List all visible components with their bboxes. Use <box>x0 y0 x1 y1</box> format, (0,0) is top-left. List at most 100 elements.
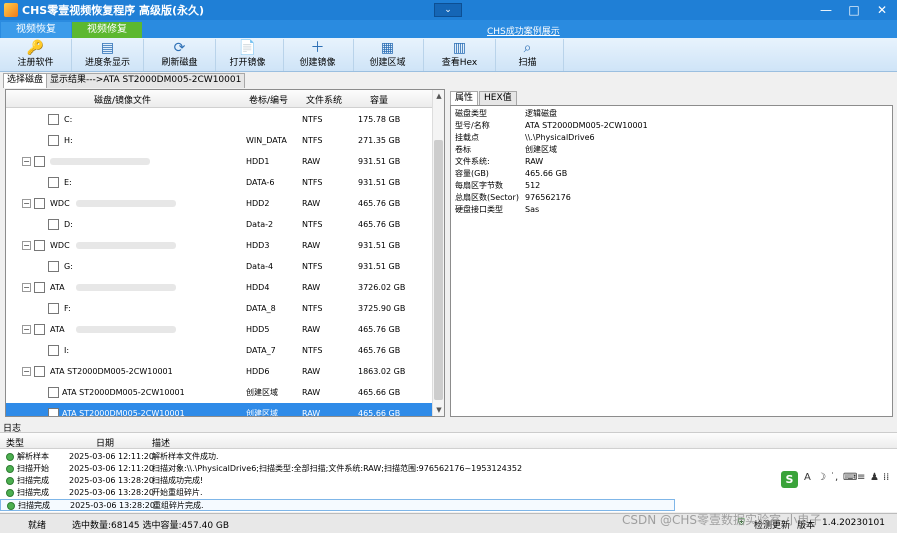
table-row[interactable]: − ATA HDD4 RAW 3726.02 GB <box>6 277 433 298</box>
table-row[interactable]: ATA ST2000DM005-2CW10001 创建区域 RAW 465.66 GB <box>6 403 433 416</box>
table-row[interactable]: − ATA HDD5 RAW 465.76 GB <box>6 319 433 340</box>
sub-tab-bar: 选择磁盘 显示结果--->ATA ST2000DM005-2CW10001 <box>0 72 897 88</box>
row-checkbox[interactable] <box>48 177 59 188</box>
tab-select-disk[interactable]: 选择磁盘 <box>3 73 48 88</box>
ime-moon-icon[interactable]: ☽ <box>817 472 826 483</box>
refresh-disk-button[interactable]: ⟳ 刷新磁盘 <box>144 39 216 71</box>
log-row[interactable]: 扫描完成 2025-03-06 13:28:20 开始重组碎片. <box>0 487 675 499</box>
property-row: 容量(GB) 465.66 GB <box>455 168 567 180</box>
success-cases-link[interactable]: CHS成功案例展示 <box>487 24 560 37</box>
scan-button[interactable]: ⌕ 扫描 <box>492 39 564 71</box>
table-row[interactable]: D: Data-2 NTFS 465.76 GB <box>6 214 433 235</box>
table-row[interactable]: − WDC HDD3 RAW 931.51 GB <box>6 235 433 256</box>
table-row[interactable]: H: WIN_DATA NTFS 271.35 GB <box>6 130 433 151</box>
scroll-down-arrow-icon[interactable]: ▼ <box>433 404 444 416</box>
row-checkbox[interactable] <box>48 219 59 230</box>
tab-video-recover[interactable]: 视频恢复 <box>1 22 71 38</box>
create-image-label: 创建镜像 <box>299 58 336 68</box>
row-size: 931.51 GB <box>358 178 401 187</box>
table-row[interactable]: C: NTFS 175.78 GB <box>6 109 433 130</box>
row-disk-name: ATA ST2000DM005-2CW10001 <box>50 367 173 376</box>
create-image-button[interactable]: ＋ 创建镜像 <box>282 39 354 71</box>
log-row[interactable]: 扫描开始 2025-03-06 12:11:20 扫描对象:\\.\Physical… <box>0 463 675 475</box>
redacted-text <box>76 284 176 291</box>
row-checkbox[interactable] <box>34 156 45 167</box>
table-row[interactable]: I: DATA_7 NTFS 465.76 GB <box>6 340 433 361</box>
row-checkbox[interactable] <box>48 387 59 398</box>
table-row[interactable]: − WDC HDD2 RAW 465.76 GB <box>6 193 433 214</box>
log-col-desc[interactable]: 描述 <box>152 436 170 449</box>
expand-toggle-icon[interactable]: − <box>22 367 31 376</box>
row-disk-name: ATA <box>50 325 65 334</box>
row-size: 465.66 GB <box>358 388 401 397</box>
tab-properties[interactable]: 属性 <box>450 91 479 105</box>
expand-toggle-icon[interactable]: − <box>22 283 31 292</box>
row-checkbox[interactable] <box>34 198 45 209</box>
table-row[interactable]: G: Data-4 NTFS 931.51 GB <box>6 256 433 277</box>
expand-toggle-icon[interactable]: − <box>22 199 31 208</box>
open-image-button[interactable]: 📄 打开镜像 <box>212 39 284 71</box>
row-label: WIN_DATA <box>246 136 287 145</box>
tab-hex-value[interactable]: HEX值 <box>479 91 517 105</box>
ime-punct-icon[interactable]: ˙, <box>830 472 838 483</box>
row-size: 3726.02 GB <box>358 283 406 292</box>
row-checkbox[interactable] <box>48 345 59 356</box>
ime-grid-icon[interactable]: ⁞⁞ <box>883 472 889 483</box>
row-checkbox[interactable] <box>34 240 45 251</box>
col-volume[interactable]: 卷标/编号 <box>249 93 288 106</box>
col-capacity[interactable]: 容量 <box>370 93 388 106</box>
property-key: 总扇区数(Sector) <box>455 193 519 202</box>
ime-skin-icon[interactable]: ♟ <box>870 472 879 483</box>
log-col-date[interactable]: 日期 <box>96 436 114 449</box>
maximize-button[interactable]: □ <box>841 0 867 20</box>
scroll-up-arrow-icon[interactable]: ▲ <box>433 90 444 102</box>
row-checkbox[interactable] <box>48 261 59 272</box>
property-key: 容量(GB) <box>455 169 489 178</box>
row-checkbox[interactable] <box>48 114 59 125</box>
tab-video-repair[interactable]: 视频修复 <box>72 22 142 38</box>
property-row: 文件系统: RAW <box>455 156 543 168</box>
col-disk[interactable]: 磁盘/镜像文件 <box>94 93 151 106</box>
table-row[interactable]: − HDD1 RAW 931.51 GB <box>6 151 433 172</box>
register-button[interactable]: 🔑 注册软件 <box>0 39 72 71</box>
row-checkbox[interactable] <box>48 408 59 416</box>
view-hex-button[interactable]: ▥ 查看Hex <box>424 39 496 71</box>
log-row[interactable]: 解析样本 2025-03-06 12:11:20 解析样本文件成功. <box>0 451 675 463</box>
expand-toggle-icon[interactable]: − <box>22 325 31 334</box>
row-checkbox[interactable] <box>34 324 45 335</box>
ime-menu-icon[interactable]: ≡ <box>857 472 865 483</box>
table-row[interactable]: E: DATA-6 NTFS 931.51 GB <box>6 172 433 193</box>
minimize-button[interactable]: — <box>813 0 839 20</box>
row-fs: NTFS <box>302 262 323 271</box>
log-col-type[interactable]: 类型 <box>6 436 24 449</box>
row-checkbox[interactable] <box>34 366 45 377</box>
row-checkbox[interactable] <box>48 135 59 146</box>
ime-logo-icon[interactable]: S <box>781 471 798 488</box>
tab-show-results[interactable]: 显示结果--->ATA ST2000DM005-2CW10001 <box>46 73 246 88</box>
col-filesystem[interactable]: 文件系统 <box>306 93 342 106</box>
row-fs: NTFS <box>302 178 323 187</box>
table-row[interactable]: F: DATA_8 NTFS 3725.90 GB <box>6 298 433 319</box>
property-key: 硬盘接口类型 <box>455 205 503 214</box>
ime-letter-icon[interactable]: A <box>804 472 811 483</box>
table-row[interactable]: ATA ST2000DM005-2CW10001 创建区域 RAW 465.66 GB <box>6 382 433 403</box>
row-checkbox[interactable] <box>48 303 59 314</box>
log-row[interactable]: 扫描完成 2025-03-06 13:28:20 扫描成功完成! <box>0 475 675 487</box>
log-row[interactable]: 扫描完成 2025-03-06 13:28:20 重组碎片完成. <box>0 499 675 511</box>
ime-keyboard-icon[interactable]: ⌨ <box>843 472 857 483</box>
dropdown-menu-button[interactable]: ⌄ <box>434 3 462 17</box>
properties-panel: 属性 HEX值 磁盘类型 逻辑磁盘 型号/名称 ATA ST2000DM005-2CW… <box>450 91 893 417</box>
progress-display-button[interactable]: ▤ 进度条显示 <box>72 39 144 71</box>
create-region-button[interactable]: ▦ 创建区域 <box>352 39 424 71</box>
expand-toggle-icon[interactable]: − <box>22 241 31 250</box>
table-row[interactable]: − ATA ST2000DM005-2CW10001 HDD6 RAW 1863.02 … <box>6 361 433 382</box>
row-disk-name: ATA ST2000DM005-2CW10001 <box>62 388 185 397</box>
expand-toggle-icon[interactable]: − <box>22 157 31 166</box>
disk-list-scrollbar[interactable]: ▲ ▼ <box>432 90 444 416</box>
scroll-thumb[interactable] <box>434 140 443 400</box>
property-value: 创建区域 <box>525 145 557 154</box>
close-button[interactable]: ✕ <box>869 0 895 20</box>
properties-list: 磁盘类型 逻辑磁盘 型号/名称 ATA ST2000DM005-2CW10001 挂载点… <box>450 105 893 417</box>
ime-toolbar[interactable]: S A ☽ ˙, ⌨ ≡ ♟ ⁞⁞ <box>779 469 897 489</box>
row-checkbox[interactable] <box>34 282 45 293</box>
